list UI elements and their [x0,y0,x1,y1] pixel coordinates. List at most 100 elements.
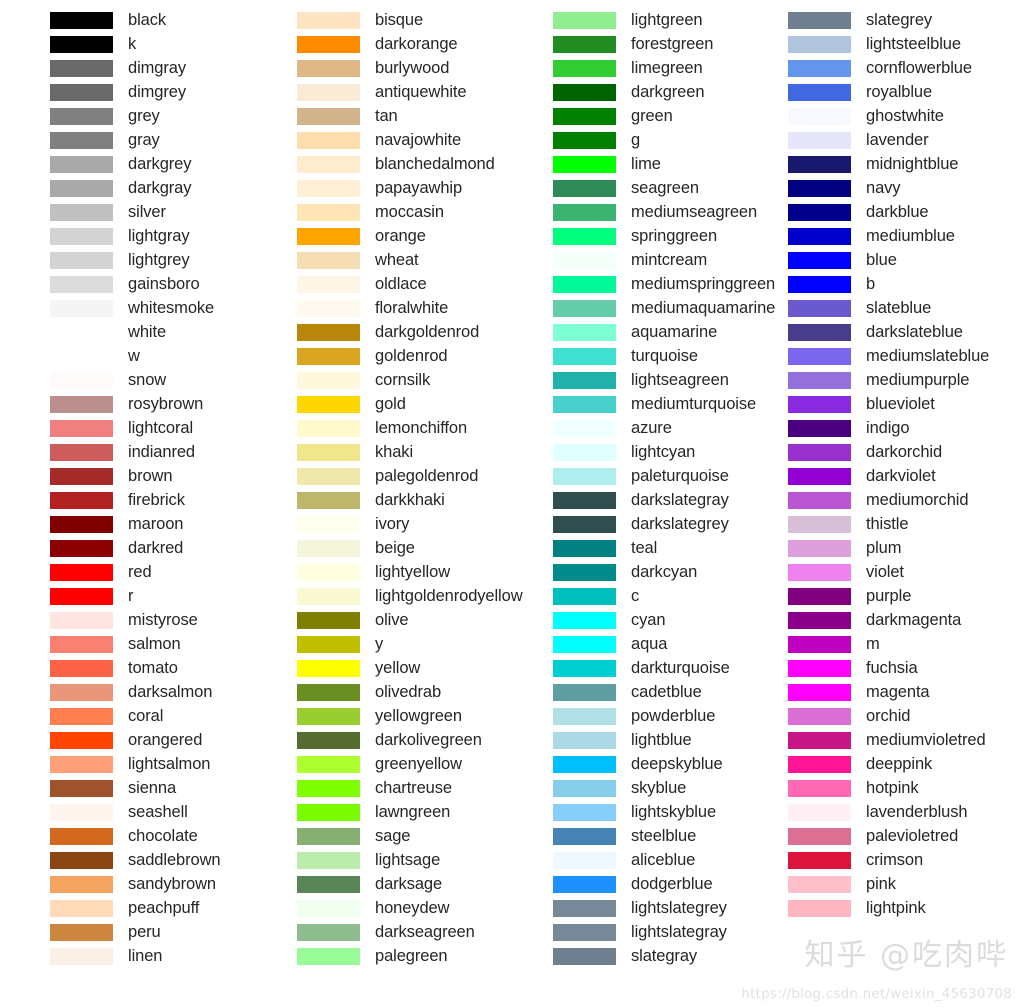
color-row: salmon [50,632,181,656]
color-row: palegreen [297,944,448,968]
color-swatch [553,563,616,581]
color-name-label: c [631,586,640,605]
color-swatch [788,443,851,461]
color-name-label: yellow [375,658,421,677]
color-swatch [297,611,360,629]
color-name-label: skyblue [631,778,687,797]
watermark-url: https://blog.csdn.net/weixin_45630708 [741,986,1012,1002]
color-row: mediumspringgreen [553,272,775,296]
color-name-label: deepskyblue [631,754,723,773]
color-swatch [553,35,616,53]
color-swatch [788,131,851,149]
color-swatch [50,659,113,677]
color-row: orange [297,224,426,248]
color-swatch [788,539,851,557]
color-swatch [50,587,113,605]
color-row: dodgerblue [553,872,713,896]
color-swatch [553,683,616,701]
color-name-label: mediumspringgreen [631,274,776,293]
color-row: snow [50,368,166,392]
color-swatch [788,371,851,389]
color-swatch [788,155,851,173]
color-swatch [553,347,616,365]
color-row: magenta [788,680,930,704]
color-swatch [50,443,113,461]
color-name-label: powderblue [631,706,716,725]
color-name-label: darkorange [375,34,458,53]
color-name-label: darkred [128,538,184,557]
color-name-label: lightgoldenrodyellow [375,586,523,605]
color-name-label: greenyellow [375,754,462,773]
color-swatch [788,347,851,365]
color-swatch [553,947,616,965]
color-swatch [553,659,616,677]
color-row: k [50,32,136,56]
color-name-label: mediumslateblue [866,346,990,365]
color-row: bisque [297,8,423,32]
color-name-label: darkviolet [866,466,936,485]
color-name-label: lightseagreen [631,370,729,389]
color-name-label: lavender [866,130,929,149]
color-row: antiquewhite [297,80,467,104]
color-row: darkslategray [553,488,729,512]
color-swatch [50,731,113,749]
color-row: sandybrown [50,872,216,896]
color-name-label: lightsage [375,850,441,869]
color-row: darkmagenta [788,608,961,632]
color-name-label: lightskyblue [631,802,717,821]
color-row: turquoise [553,344,698,368]
color-swatch [50,827,113,845]
color-row: mediumvioletred [788,728,986,752]
color-swatch [297,467,360,485]
color-swatch [50,275,113,293]
color-swatch [788,827,851,845]
color-name-label: darkslategrey [631,514,729,533]
color-row: grey [50,104,160,128]
color-swatch [50,851,113,869]
color-name-label: darkmagenta [866,610,962,629]
color-name-label: lavenderblush [866,802,968,821]
color-name-label: lightgrey [128,250,190,269]
color-name-label: darkgrey [128,154,192,173]
color-name-label: floralwhite [375,298,449,317]
color-name-label: violet [866,562,904,581]
color-row: dimgray [50,56,186,80]
color-row: rosybrown [50,392,203,416]
color-row: peachpuff [50,896,199,920]
color-name-label: navy [866,178,901,197]
color-row: greenyellow [297,752,462,776]
color-row: olivedrab [297,680,441,704]
color-swatch [297,923,360,941]
color-swatch [788,779,851,797]
color-row: linen [50,944,162,968]
color-row: m [788,632,880,656]
color-name-label: w [128,346,140,365]
color-name-label: indianred [128,442,195,461]
color-name-label: linen [128,946,163,965]
color-row: whitesmoke [50,296,214,320]
color-name-label: cornsilk [375,370,431,389]
color-row: plum [788,536,901,560]
color-row: limegreen [553,56,703,80]
color-row: red [50,560,152,584]
color-swatch [788,611,851,629]
color-name-label: salmon [128,634,181,653]
color-name-label: m [866,634,880,653]
color-name-label: peachpuff [128,898,200,917]
color-row: darkturquoise [553,656,730,680]
color-row: saddlebrown [50,848,221,872]
color-name-label: peru [128,922,161,941]
color-name-label: white [128,322,167,341]
color-swatch [50,59,113,77]
color-name-label: blueviolet [866,394,935,413]
color-row: slategray [553,944,697,968]
color-row: lawngreen [297,800,450,824]
color-name-label: gold [375,394,406,413]
color-swatch [50,539,113,557]
color-name-label: darkgoldenrod [375,322,480,341]
color-swatch [297,251,360,269]
color-row: darksage [297,872,442,896]
color-swatch [297,299,360,317]
color-swatch [553,827,616,845]
color-row: darkgrey [50,152,192,176]
